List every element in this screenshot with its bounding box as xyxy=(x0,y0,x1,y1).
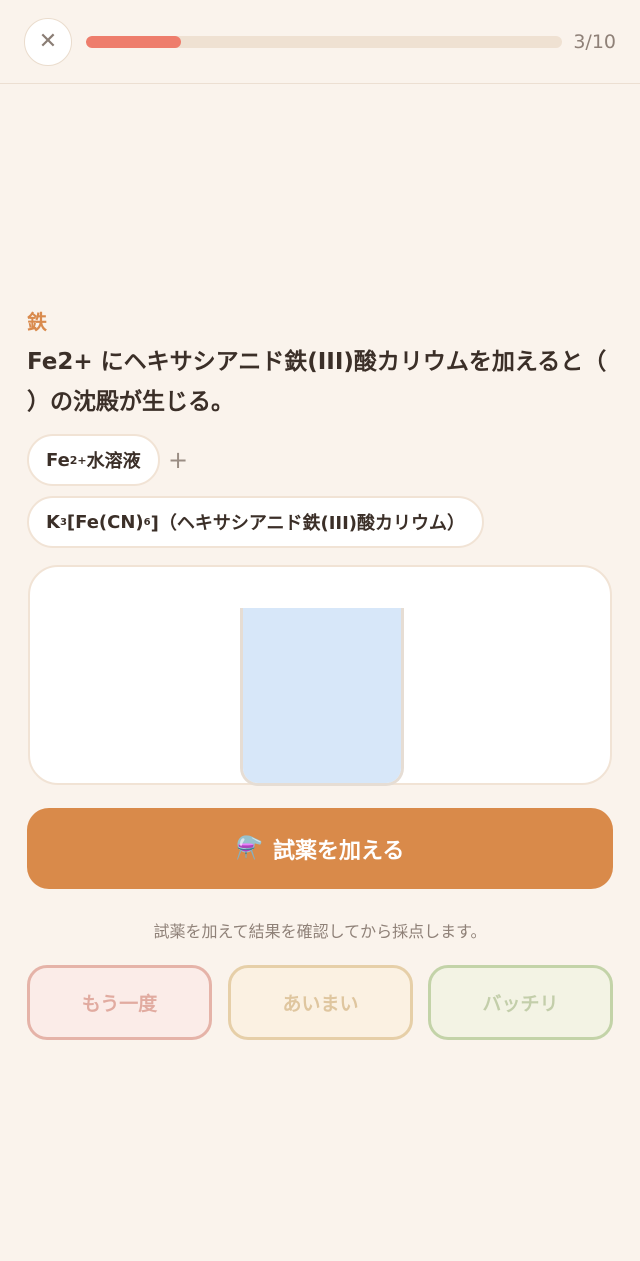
beaker-liquid xyxy=(243,608,401,783)
chip-cn-sub: 6 xyxy=(143,516,151,528)
flask-icon: ⚗️ xyxy=(235,836,264,861)
close-icon: ✕ xyxy=(38,29,58,54)
progress-bar xyxy=(86,36,562,48)
plus-sign: + xyxy=(168,446,189,474)
beaker-panel xyxy=(28,565,612,786)
chip-k: K xyxy=(46,511,60,533)
reagent-chip-k3fecn6[interactable]: K 3 [Fe(CN) 6]（ヘキサシアニド鉄(III)酸カリウム） xyxy=(27,496,485,548)
add-reagent-button[interactable]: ⚗️ 試薬を加える xyxy=(27,808,613,889)
add-reagent-label: 試薬を加える xyxy=(273,838,405,864)
chip-fe-charge: 2+ xyxy=(69,453,87,467)
close-button[interactable]: ✕ xyxy=(24,18,72,66)
hint-text: 試薬を加えて結果を確認してから採点します。 xyxy=(153,922,487,941)
chip-fecn: [Fe(CN) xyxy=(66,511,144,533)
question-text: Fe2+ にヘキサシアニド鉄(III)酸カリウムを加えると（ ）の沈殿が生じる。 xyxy=(27,349,607,415)
progress-fill xyxy=(86,36,182,48)
top-bar: ✕ 3/10 xyxy=(0,0,640,84)
grade-vague-button[interactable]: あいまい xyxy=(228,965,413,1040)
reagent-chip-fe2[interactable]: Fe 2+ 水溶液 xyxy=(27,434,160,486)
chip-k3-suffix: ]（ヘキサシアニド鉄(III)酸カリウム） xyxy=(150,513,466,534)
chip-k-sub: 3 xyxy=(59,516,67,528)
category-label: 鉄 xyxy=(27,310,47,334)
beaker xyxy=(240,608,404,786)
grade-good-button[interactable]: バッチリ xyxy=(428,965,613,1040)
chip-fe-prefix: Fe xyxy=(46,449,70,471)
progress-count: 3/10 xyxy=(573,31,616,53)
chip-fe-suffix: 水溶液 xyxy=(86,451,141,472)
grade-again-button[interactable]: もう一度 xyxy=(27,965,212,1040)
